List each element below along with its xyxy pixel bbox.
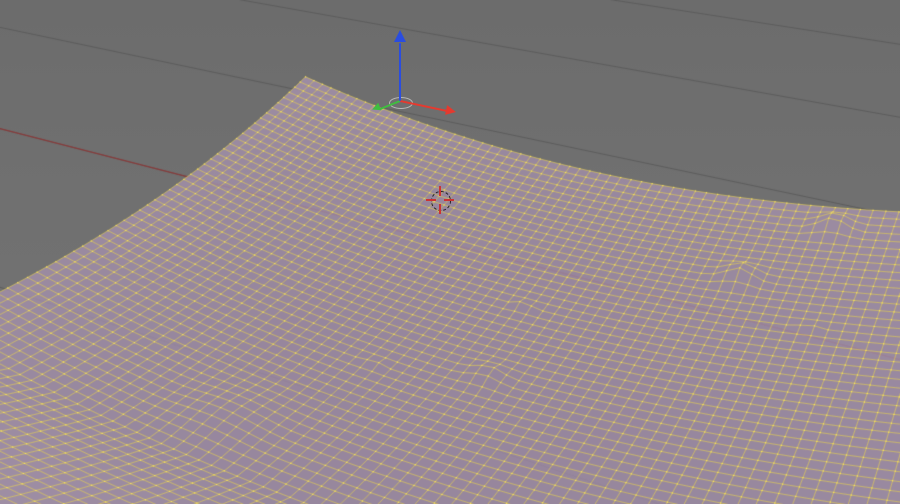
viewport-3d[interactable] (0, 0, 900, 504)
viewport-canvas[interactable] (0, 0, 900, 504)
